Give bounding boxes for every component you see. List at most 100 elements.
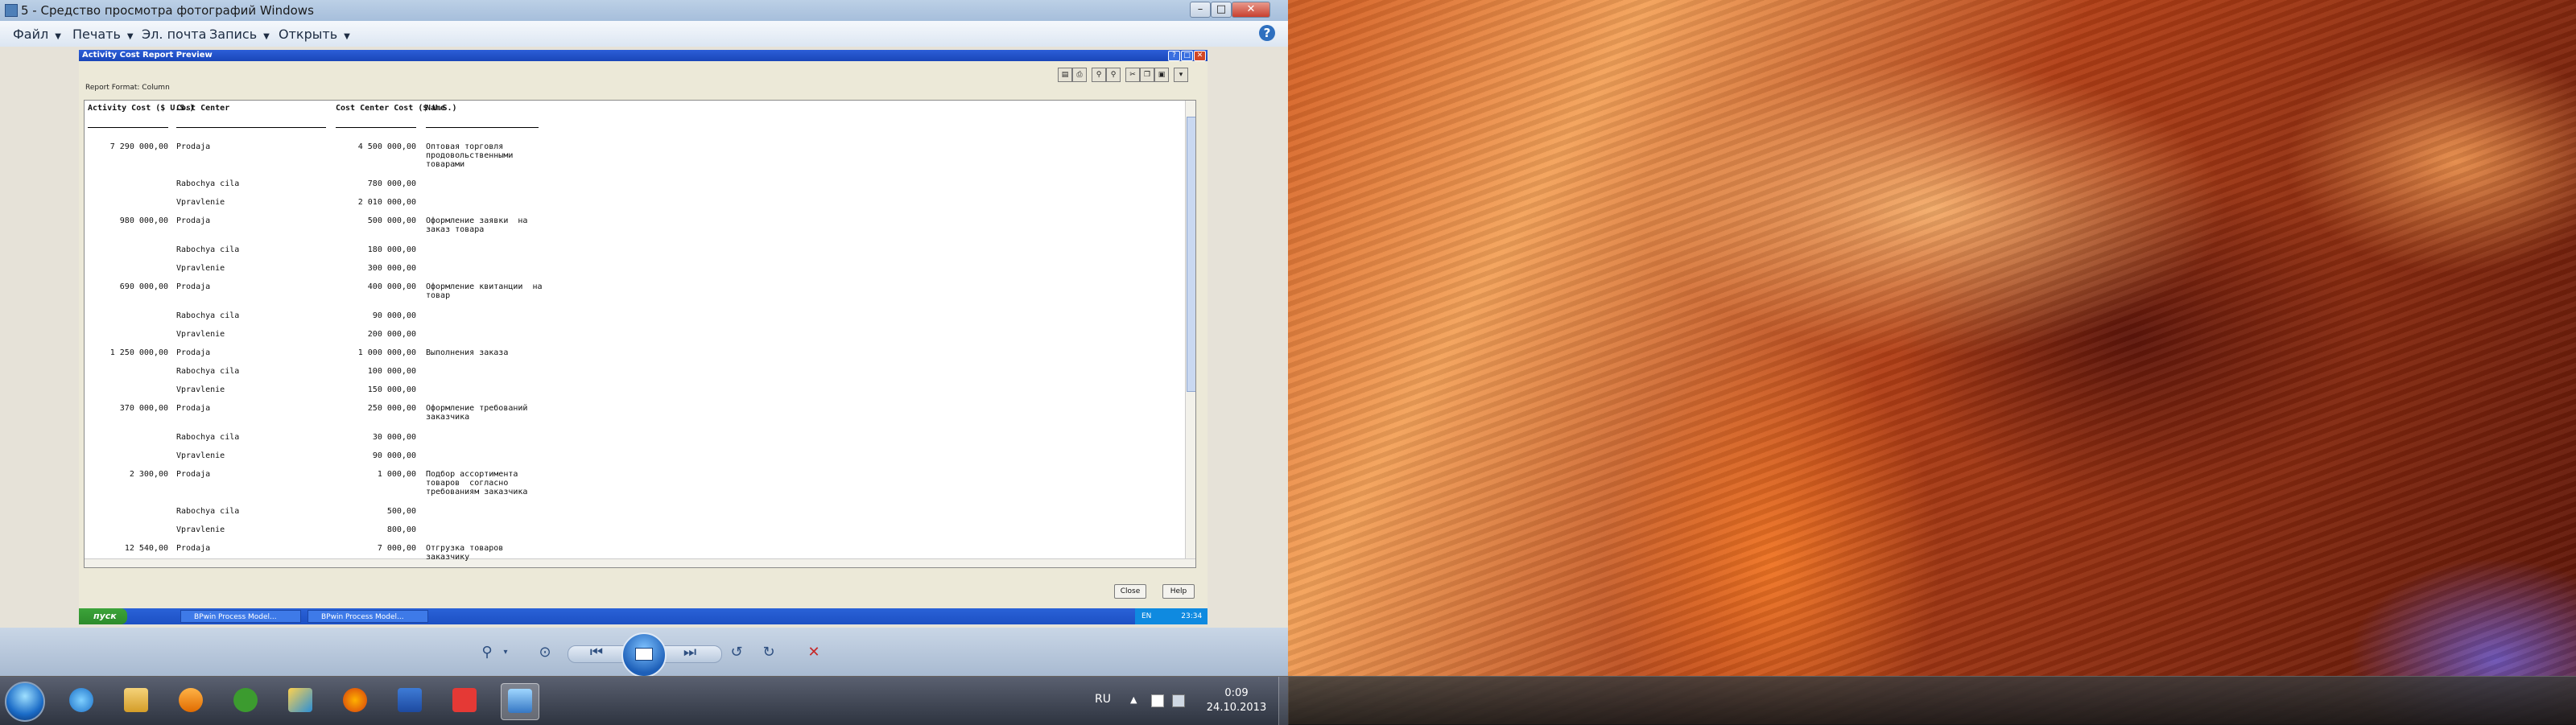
taskbar-word[interactable] xyxy=(391,683,428,719)
inner-tray: EN 23:34 xyxy=(1135,608,1208,624)
cell-cost-center: Rabochya cila xyxy=(176,245,240,254)
taskbar-app[interactable] xyxy=(282,683,319,719)
column-header-name: Name xyxy=(426,104,446,113)
cell-cost-center-cost: 300 000,00 xyxy=(367,264,416,273)
chevron-down-icon: ▼ xyxy=(126,32,134,41)
actual-size-icon[interactable]: ⊙ xyxy=(533,644,557,661)
app-icon xyxy=(288,688,312,712)
menu-print[interactable]: Печать ▼ xyxy=(72,27,134,42)
media-player-icon xyxy=(179,688,203,712)
inner-close-icon: ✕ xyxy=(1194,51,1206,61)
cell-cost-center: Prodaja xyxy=(176,348,211,357)
cell-cost-center-cost: 250 000,00 xyxy=(367,404,416,413)
inner-report-preview: ▤ ⎙ ⚲ ⚲ ✂ ❐ ▣ ▾ Report Format: Column Ac… xyxy=(79,61,1208,608)
cell-cost-center: Rabochya cila xyxy=(176,311,240,320)
inner-help-icon: ? xyxy=(1168,51,1180,61)
cell-activity-cost: 690 000,00 xyxy=(119,282,168,291)
cell-cost-center-cost: 7 000,00 xyxy=(377,544,416,553)
find-next-icon: ⚲ xyxy=(1106,68,1121,82)
window-title: 5 - Средство просмотра фотографий Window… xyxy=(21,3,314,18)
cell-cost-center-cost: 180 000,00 xyxy=(367,245,416,254)
cell-cost-center: Rabochya cila xyxy=(176,367,240,376)
action-center-icon[interactable] xyxy=(1151,694,1164,707)
firefox-icon xyxy=(343,688,367,712)
cell-cost-center-cost: 500 000,00 xyxy=(367,216,416,225)
cell-cost-center-cost: 4 500 000,00 xyxy=(357,142,416,151)
options-icon: ▾ xyxy=(1174,68,1188,82)
next-icon[interactable]: ⏭ xyxy=(678,644,702,661)
taskbar-utorrent[interactable] xyxy=(227,683,264,719)
cell-activity-cost: 2 300,00 xyxy=(129,470,168,479)
language-indicator[interactable]: RU xyxy=(1095,693,1111,706)
inner-start-button: пуск xyxy=(79,608,127,624)
show-desktop-button[interactable] xyxy=(1278,677,1289,725)
cell-cost-center: Prodaja xyxy=(176,404,211,413)
cell-cost-center-cost: 90 000,00 xyxy=(372,451,416,460)
snipping-tool-icon xyxy=(452,688,477,712)
slideshow-button[interactable] xyxy=(621,632,667,678)
taskbar-photo-viewer[interactable] xyxy=(501,683,539,720)
help-icon[interactable]: ? xyxy=(1259,25,1275,41)
cell-cost-center-cost: 200 000,00 xyxy=(367,330,416,339)
printer-setup-icon: ⎙ xyxy=(1072,68,1087,82)
rotate-right-icon[interactable]: ↻ xyxy=(757,644,781,661)
utorrent-icon xyxy=(233,688,258,712)
menu-open[interactable]: Открыть ▼ xyxy=(279,27,350,42)
chevron-down-icon: ▼ xyxy=(263,32,270,41)
cell-activity-cost: 980 000,00 xyxy=(119,216,168,225)
minimize-button[interactable]: – xyxy=(1190,2,1211,18)
scroll-thumb xyxy=(1187,117,1195,392)
taskbar-snipping[interactable] xyxy=(446,683,483,719)
cell-cost-center-cost: 100 000,00 xyxy=(367,367,416,376)
taskbar-firefox[interactable] xyxy=(336,683,374,719)
print-icon: ▤ xyxy=(1058,68,1072,82)
cell-cost-center: Prodaja xyxy=(176,142,211,151)
rotate-left-icon[interactable]: ↺ xyxy=(724,644,749,661)
app-icon xyxy=(5,4,18,17)
cut-icon: ✂ xyxy=(1125,68,1140,82)
taskbar-internet-explorer[interactable] xyxy=(63,683,100,719)
zoom-icon[interactable]: ⚲ xyxy=(475,644,499,661)
menu-email[interactable]: Эл. почта xyxy=(142,27,206,42)
cell-name: Отгрузка товаров заказчику xyxy=(426,544,504,562)
zoom-dropdown-icon[interactable]: ▾ xyxy=(501,644,510,661)
title-bar[interactable]: 5 - Средство просмотра фотографий Window… xyxy=(0,0,1288,21)
cell-cost-center: Rabochya cila xyxy=(176,433,240,442)
show-hidden-icons-icon[interactable]: ▲ xyxy=(1130,694,1141,706)
menu-open-label: Открыть xyxy=(279,27,338,42)
previous-icon[interactable]: ⏮ xyxy=(584,644,609,661)
menu-file[interactable]: Файл ▼ xyxy=(13,27,61,42)
inner-xp-taskbar: пуск BPwin Process Model... BPwin Proces… xyxy=(79,608,1208,624)
cell-name: Оптовая торговля продовольственными това… xyxy=(426,142,514,169)
cell-cost-center: Rabochya cila xyxy=(176,507,240,516)
find-icon: ⚲ xyxy=(1092,68,1106,82)
delete-icon[interactable]: ✕ xyxy=(802,644,826,661)
header-rule xyxy=(88,127,168,128)
cell-cost-center: Prodaja xyxy=(176,282,211,291)
cell-cost-center: Vpravlenie xyxy=(176,385,225,394)
cell-activity-cost: 1 250 000,00 xyxy=(109,348,168,357)
network-icon[interactable] xyxy=(1172,694,1185,707)
header-rule xyxy=(336,127,416,128)
close-button[interactable]: ✕ xyxy=(1232,2,1270,18)
cell-cost-center-cost: 90 000,00 xyxy=(372,311,416,320)
inner-help-button: Help xyxy=(1162,584,1195,599)
system-clock[interactable]: 0:09 24.10.2013 xyxy=(1204,686,1269,715)
clock-time: 0:09 xyxy=(1224,687,1249,699)
inner-title-bar: Activity Cost Report Preview ? □ ✕ xyxy=(79,50,1208,61)
photo-viewer-icon xyxy=(508,689,532,713)
taskbar-explorer[interactable] xyxy=(118,683,155,719)
cell-cost-center: Prodaja xyxy=(176,544,211,553)
menu-burn[interactable]: Запись ▼ xyxy=(209,27,270,42)
start-button[interactable] xyxy=(5,682,45,722)
clock-date: 24.10.2013 xyxy=(1206,702,1267,714)
photo-viewer-window: 5 - Средство просмотра фотографий Window… xyxy=(0,0,1288,678)
photo-area: Activity Cost Report Preview ? □ ✕ ▤ ⎙ ⚲… xyxy=(0,47,1288,628)
maximize-button[interactable]: □ xyxy=(1211,2,1232,18)
cell-cost-center-cost: 1 000 000,00 xyxy=(357,348,416,357)
cell-name: Оформление квитанции на товар xyxy=(426,282,543,300)
taskbar-media-player[interactable] xyxy=(172,683,209,719)
slideshow-icon xyxy=(635,648,653,661)
inner-close-button: Close xyxy=(1114,584,1146,599)
cell-cost-center-cost: 30 000,00 xyxy=(372,433,416,442)
